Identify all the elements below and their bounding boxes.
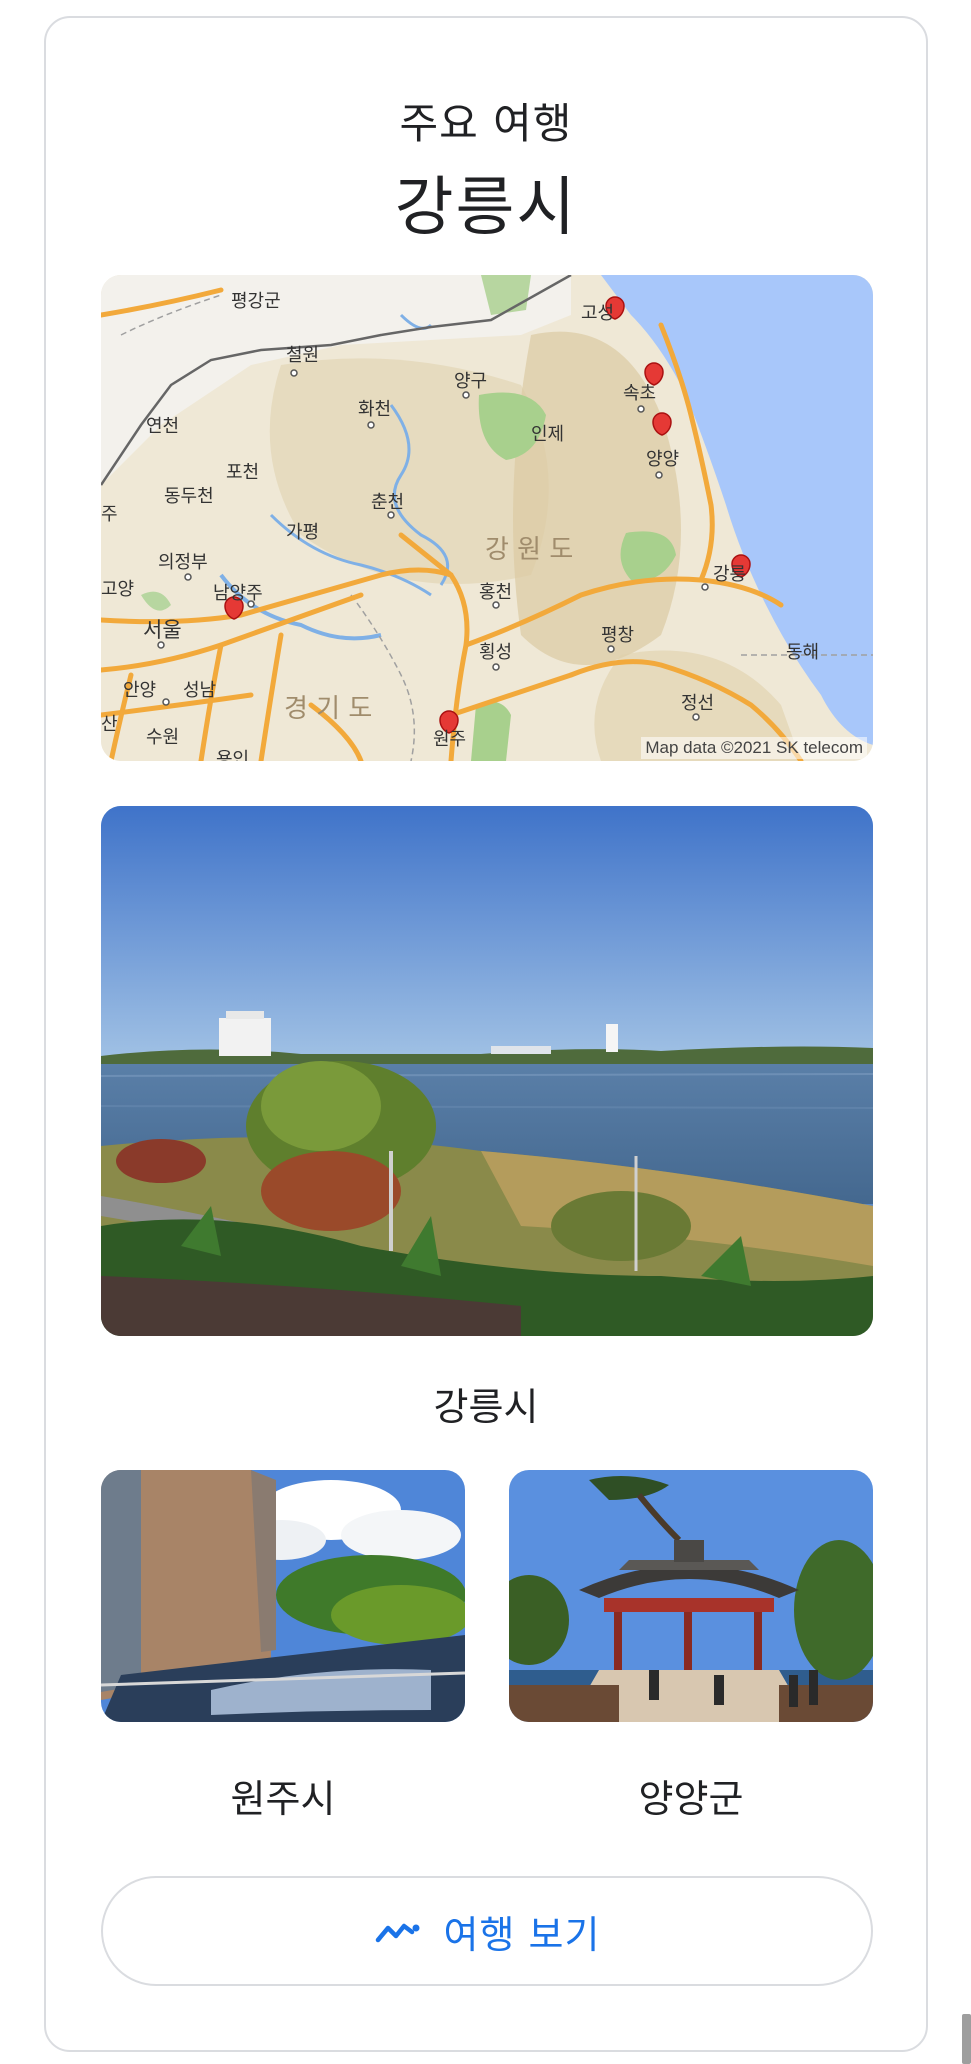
svg-text:고성: 고성 xyxy=(581,303,614,324)
view-trip-button[interactable]: 여행 보기 xyxy=(101,1876,873,1986)
svg-text:주: 주 xyxy=(101,504,118,525)
museum-reflecting-pool-image xyxy=(101,1470,465,1722)
svg-text:홍천: 홍천 xyxy=(479,582,512,603)
svg-text:포천: 포천 xyxy=(226,462,259,483)
svg-text:속초: 속초 xyxy=(623,383,656,404)
svg-text:횡성: 횡성 xyxy=(479,642,512,663)
scrollbar-thumb[interactable] xyxy=(962,2014,971,2064)
svg-text:평창: 평창 xyxy=(601,625,634,646)
svg-text:동해: 동해 xyxy=(786,642,819,663)
svg-text:용인: 용인 xyxy=(216,749,249,761)
svg-text:안양: 안양 xyxy=(123,680,156,701)
svg-text:양양: 양양 xyxy=(646,449,679,470)
trending-route-icon xyxy=(374,1916,422,1946)
svg-text:경 기 도: 경 기 도 xyxy=(284,694,372,724)
yangyang-photo[interactable] xyxy=(509,1470,873,1722)
svg-text:강릉: 강릉 xyxy=(713,564,746,585)
svg-text:동두천: 동두천 xyxy=(164,486,214,507)
svg-text:인제: 인제 xyxy=(531,424,564,445)
pavilion-image xyxy=(509,1470,873,1722)
svg-text:남양주: 남양주 xyxy=(213,583,263,604)
svg-text:철원: 철원 xyxy=(286,345,319,366)
svg-text:원주: 원주 xyxy=(433,729,466,750)
main-destination-name: 강릉시 xyxy=(433,1385,539,1429)
svg-text:양구: 양구 xyxy=(454,371,487,392)
trip-card: 주요 여행 강릉시 강 원 도 경 기 도 평강군 철원 양구 고성 속초 인제… xyxy=(44,16,928,2052)
map-graphic: 강 원 도 경 기 도 평강군 철원 양구 고성 속초 인제 양양 연천 화천 … xyxy=(101,275,873,761)
svg-text:가평: 가평 xyxy=(286,522,319,543)
secondary-destination-name: 원주시 xyxy=(230,1777,336,1821)
lake-landscape-image xyxy=(101,806,873,1336)
svg-text:평강군: 평강군 xyxy=(231,291,281,312)
wonju-photo[interactable] xyxy=(101,1470,465,1722)
map-attribution: Map data ©2021 SK telecom xyxy=(641,737,867,759)
secondary-destination-name: 양양군 xyxy=(638,1777,744,1821)
svg-text:춘천: 춘천 xyxy=(371,492,404,513)
svg-text:의정부: 의정부 xyxy=(158,552,208,573)
view-trip-label: 여행 보기 xyxy=(443,1912,601,1957)
main-destination-photo[interactable] xyxy=(101,806,873,1336)
svg-text:정선: 정선 xyxy=(681,693,714,714)
card-title: 강릉시 xyxy=(394,171,578,245)
svg-text:서울: 서울 xyxy=(143,618,182,642)
svg-text:강 원 도: 강 원 도 xyxy=(485,535,573,565)
svg-text:고양: 고양 xyxy=(101,579,134,600)
svg-text:화천: 화천 xyxy=(358,399,391,420)
svg-text:산: 산 xyxy=(101,714,118,735)
region-map[interactable]: 강 원 도 경 기 도 평강군 철원 양구 고성 속초 인제 양양 연천 화천 … xyxy=(101,275,873,761)
svg-text:성남: 성남 xyxy=(183,680,216,701)
svg-text:연천: 연천 xyxy=(146,416,179,437)
card-subtitle: 주요 여행 xyxy=(399,99,573,148)
svg-text:수원: 수원 xyxy=(146,727,179,748)
